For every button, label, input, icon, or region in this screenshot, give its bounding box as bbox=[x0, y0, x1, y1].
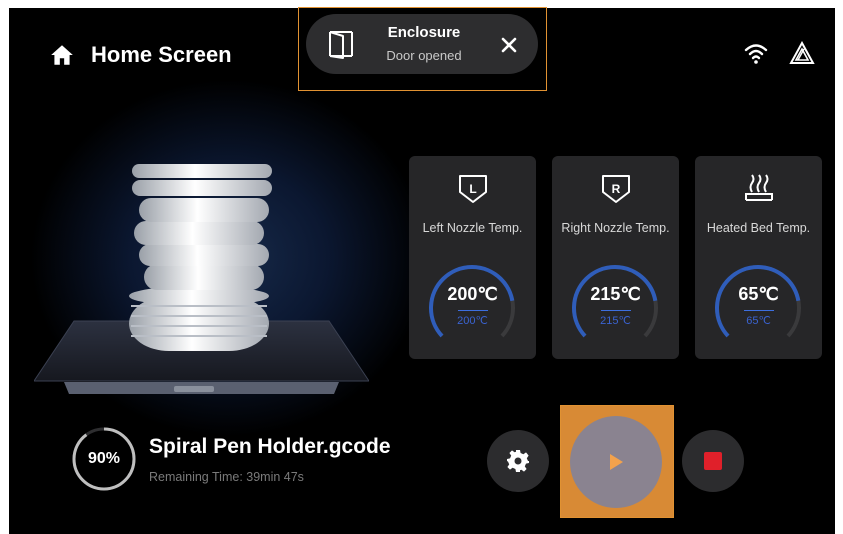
left-nozzle-icon: L bbox=[458, 175, 487, 203]
status-icons bbox=[743, 41, 815, 65]
door-icon bbox=[329, 31, 353, 59]
wifi-icon[interactable] bbox=[743, 41, 769, 65]
temp-label: Left Nozzle Temp. bbox=[422, 221, 523, 235]
model-preview bbox=[34, 164, 369, 394]
play-icon bbox=[610, 454, 623, 470]
svg-text:R: R bbox=[611, 182, 620, 196]
progress-ring: 90% bbox=[71, 426, 137, 492]
settings-button[interactable] bbox=[487, 430, 549, 492]
current-temp: 200℃ bbox=[447, 284, 498, 304]
divider bbox=[600, 310, 631, 311]
stop-icon bbox=[704, 452, 722, 470]
current-temp: 215℃ bbox=[590, 284, 641, 304]
logo-icon bbox=[789, 41, 815, 64]
gear-icon bbox=[507, 450, 529, 472]
close-icon[interactable] bbox=[498, 34, 520, 56]
temp-card-left-nozzle[interactable]: L Left Nozzle Temp. 200℃ 200℃ bbox=[409, 156, 536, 359]
svg-text:L: L bbox=[469, 182, 476, 196]
right-nozzle-icon: R bbox=[601, 175, 630, 203]
enclosure-notification[interactable]: Enclosure Door opened bbox=[306, 14, 538, 74]
temp-label: Heated Bed Temp. bbox=[706, 221, 811, 235]
file-name: Spiral Pen Holder.gcode bbox=[149, 435, 391, 458]
target-temp: 65℃ bbox=[746, 315, 771, 327]
divider bbox=[743, 310, 774, 311]
temp-card-right-nozzle[interactable]: R Right Nozzle Temp. 215℃ 215℃ bbox=[552, 156, 679, 359]
page-title-text: Home Screen bbox=[91, 42, 232, 67]
target-temp: 215℃ bbox=[600, 315, 631, 327]
current-temp: 65℃ bbox=[738, 284, 779, 304]
temp-label: Right Nozzle Temp. bbox=[561, 221, 670, 235]
stop-button[interactable] bbox=[682, 430, 744, 492]
play-button[interactable] bbox=[570, 416, 662, 508]
remaining-time: Remaining Time: 39min 47s bbox=[149, 470, 304, 484]
home-icon[interactable] bbox=[49, 42, 75, 68]
temp-card-heated-bed[interactable]: Heated Bed Temp. 65℃ 65℃ bbox=[695, 156, 822, 359]
notification-title: Enclosure bbox=[387, 23, 461, 41]
target-temp: 200℃ bbox=[457, 315, 488, 327]
page-title: Home Screen bbox=[49, 38, 232, 72]
heated-bed-icon bbox=[744, 174, 773, 201]
notification-message: Door opened bbox=[386, 47, 462, 63]
progress-percent: 90% bbox=[87, 450, 121, 467]
divider bbox=[457, 310, 488, 311]
